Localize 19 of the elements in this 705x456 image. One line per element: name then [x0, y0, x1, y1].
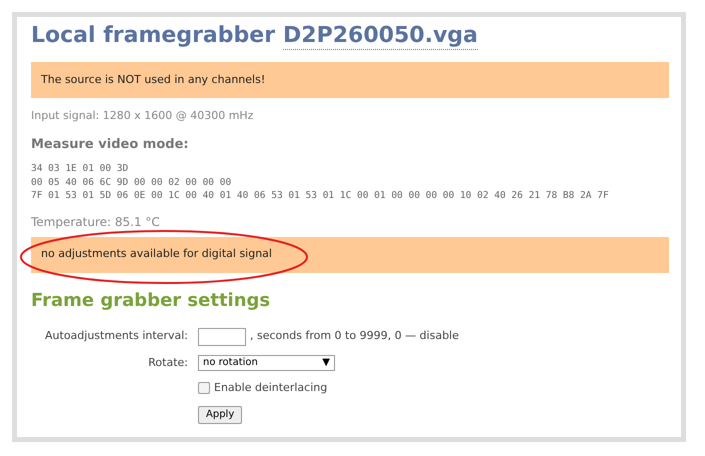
- page-title: Local framegrabber: [31, 22, 276, 50]
- interval-hint: , seconds from 0 to 9999, 0 — disable: [250, 328, 459, 344]
- settings-heading: Frame grabber settings: [31, 288, 272, 312]
- rotate-label: Rotate:: [147, 354, 188, 370]
- hex-line: 7F 01 53 01 5D 06 0E 00 1C 00 40 01 40 06 53 01 53 01 1C 00 01 00 00 00 00 10 02 40 26 21 78 B8 2A 7F: [31, 189, 610, 202]
- interval-input[interactable]: [198, 328, 246, 346]
- warning-banner: The source is NOT used in any channels!: [31, 62, 669, 98]
- temperature-text: Temperature: 85.1 °C: [31, 214, 161, 228]
- apply-button[interactable]: Apply: [198, 406, 242, 424]
- info-banner: no adjustments available for digital signal: [31, 236, 669, 272]
- measure-heading: Measure video mode:: [31, 136, 190, 154]
- rotate-select[interactable]: no rotation ▼: [198, 354, 335, 371]
- input-signal-text: Input signal: 1280 x 1600 @ 40300 mHz: [31, 108, 254, 124]
- device-name-link[interactable]: D2P260050.vga: [283, 23, 478, 50]
- hex-line: 00 05 40 06 6C 9D 00 00 02 00 00 00: [31, 176, 232, 189]
- autoadjust-label: Autoadjustments interval:: [44, 328, 188, 344]
- deinterlacing-checkbox[interactable]: [198, 382, 210, 394]
- hex-line: 34 03 1E 01 00 3D: [31, 162, 130, 176]
- deinterlacing-label: Enable deinterlacing: [214, 380, 328, 396]
